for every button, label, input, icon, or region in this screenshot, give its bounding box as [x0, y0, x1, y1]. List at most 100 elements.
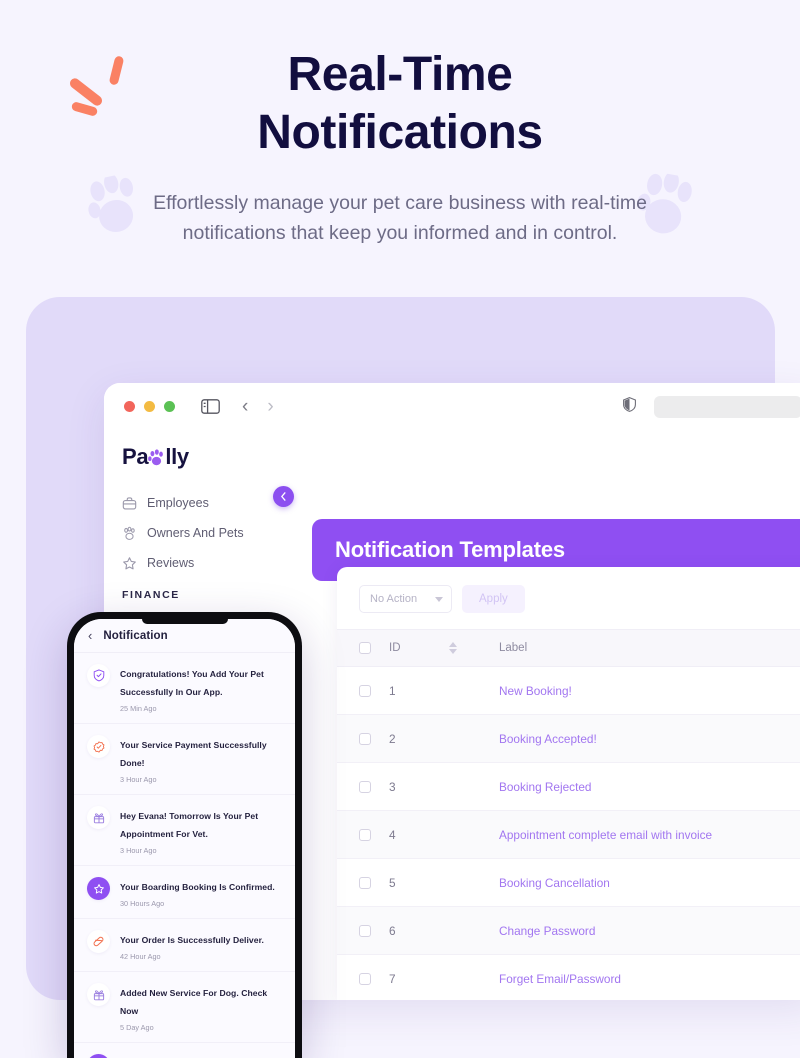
phone-header-title: Notification — [103, 629, 168, 642]
notification-title: Congratulations! You Add Your Pet Succes… — [120, 669, 264, 697]
list-item[interactable]: Your Service Payment Successfully Done! … — [74, 724, 295, 795]
phone-screen: ‹ Notification Congratulations! You Add … — [74, 619, 295, 1058]
column-header-id-label: ID — [389, 642, 401, 654]
minimize-window-button[interactable] — [144, 401, 155, 412]
bulk-action-select[interactable]: No Action — [359, 585, 452, 613]
list-item[interactable]: Your Boarding Booking Is Confirmed. 30 H… — [74, 866, 295, 919]
sparkle-decoration-icon — [67, 55, 132, 117]
logo-text-after: lly — [165, 444, 189, 469]
chevron-left-icon[interactable]: ‹ — [88, 628, 92, 643]
table-row[interactable]: 3 Booking Rejected — [337, 762, 800, 811]
row-select-cell — [337, 714, 389, 763]
sidebar-item-owners-and-pets[interactable]: Owners And Pets — [122, 518, 285, 548]
row-label[interactable]: Forget Email/Password — [499, 954, 800, 1000]
address-bar[interactable] — [654, 395, 800, 418]
sidebar-group-finance: FINANCE — [122, 589, 180, 601]
row-label[interactable]: Booking Rejected — [499, 762, 800, 811]
list-item[interactable]: Your Order Is Confirmed Deliver On 5 Mar… — [74, 1043, 295, 1058]
verified-badge-icon — [87, 735, 110, 758]
table-row[interactable]: 1 New Booking! — [337, 666, 800, 715]
row-checkbox[interactable] — [359, 828, 371, 841]
sidebar-toggle-icon[interactable] — [201, 399, 220, 414]
row-id: 2 — [389, 714, 499, 763]
shield-icon[interactable] — [623, 396, 636, 417]
notification-time: 30 Hours Ago — [120, 899, 165, 908]
row-checkbox[interactable] — [359, 972, 371, 985]
bulk-action-select-value: No Action — [370, 593, 418, 605]
table-header-row: ID Label — [337, 629, 800, 667]
select-all-checkbox[interactable] — [359, 642, 371, 654]
browser-navigation: ‹ › — [242, 397, 274, 416]
content-card: No Action Apply ID Label 1 New Booking! … — [337, 567, 800, 1000]
notification-time: 3 Hour Ago — [120, 775, 157, 784]
row-checkbox[interactable] — [359, 732, 371, 745]
star-icon — [87, 877, 110, 900]
star-icon — [122, 556, 137, 571]
table-row[interactable]: 6 Change Password — [337, 906, 800, 955]
row-label[interactable]: New Booking! — [499, 666, 800, 715]
table-row[interactable]: 7 Forget Email/Password — [337, 954, 800, 1000]
app-content: Notification Templates No Action Apply I… — [273, 430, 800, 1000]
sidebar-item-employees[interactable]: Employees — [122, 488, 285, 518]
list-item[interactable]: Hey Evana! Tomorrow Is Your Pet Appointm… — [74, 795, 295, 866]
row-select-cell — [337, 954, 389, 1000]
row-checkbox[interactable] — [359, 876, 371, 889]
subtitle-wrapper: Effortlessly manage your pet care busine… — [0, 171, 800, 248]
notification-templates-table: ID Label 1 New Booking! 2 Booking Accept… — [337, 629, 800, 1000]
sidebar-collapse-button[interactable] — [273, 486, 294, 507]
maximize-window-button[interactable] — [164, 401, 175, 412]
briefcase-icon — [122, 496, 137, 511]
select-all-header — [337, 629, 389, 667]
app-logo[interactable]: Pa lly — [122, 444, 285, 470]
list-item[interactable]: Congratulations! You Add Your Pet Succes… — [74, 653, 295, 724]
row-select-cell — [337, 762, 389, 811]
gift-icon — [87, 983, 110, 1006]
capsule-icon — [87, 930, 110, 953]
page-title-line-2: Notifications — [257, 106, 543, 159]
page-subtitle: Effortlessly manage your pet care busine… — [153, 192, 647, 244]
chevron-down-icon — [435, 596, 443, 602]
notification-title: Added New Service For Dog. Check Now — [120, 988, 268, 1016]
table-row[interactable]: 5 Booking Cancellation — [337, 858, 800, 907]
row-id: 1 — [389, 666, 499, 715]
table-row[interactable]: 2 Booking Accepted! — [337, 714, 800, 763]
shield-check-icon — [87, 664, 110, 687]
row-label[interactable]: Appointment complete email with invoice — [499, 810, 800, 859]
row-label[interactable]: Change Password — [499, 906, 800, 955]
sidebar-item-label: Employees — [147, 496, 209, 510]
phone-header: ‹ Notification — [74, 619, 295, 653]
row-id: 6 — [389, 906, 499, 955]
sidebar-item-reviews[interactable]: Reviews — [122, 548, 285, 578]
row-id: 3 — [389, 762, 499, 811]
page-header-title: Notification Templates — [335, 537, 565, 562]
row-checkbox[interactable] — [359, 780, 371, 793]
row-label[interactable]: Booking Cancellation — [499, 858, 800, 907]
sort-icon[interactable] — [448, 642, 457, 654]
table-row[interactable]: 4 Appointment complete email with invoic… — [337, 810, 800, 859]
close-window-button[interactable] — [124, 401, 135, 412]
paw-icon — [148, 446, 165, 466]
notification-title: Your Order Is Successfully Deliver. — [120, 935, 264, 945]
browser-back-button[interactable]: ‹ — [242, 397, 248, 416]
notification-time: 3 Hour Ago — [120, 846, 157, 855]
page-title-line-1: Real-Time — [287, 48, 513, 101]
row-id: 4 — [389, 810, 499, 859]
list-item[interactable]: Your Order Is Successfully Deliver. 42 H… — [74, 919, 295, 972]
column-header-id[interactable]: ID — [389, 629, 499, 667]
row-select-cell — [337, 858, 389, 907]
row-label[interactable]: Booking Accepted! — [499, 714, 800, 763]
row-select-cell — [337, 906, 389, 955]
list-item[interactable]: Added New Service For Dog. Check Now 5 D… — [74, 972, 295, 1043]
row-checkbox[interactable] — [359, 924, 371, 937]
window-traffic-lights — [124, 401, 175, 412]
apply-button[interactable]: Apply — [462, 585, 525, 613]
table-header: ID Label — [337, 629, 800, 667]
row-id: 7 — [389, 954, 499, 1000]
logo-text-before: Pa — [122, 444, 149, 469]
browser-forward-button[interactable]: › — [267, 397, 273, 416]
paw-outline-icon — [122, 526, 137, 541]
row-checkbox[interactable] — [359, 684, 371, 697]
column-header-label[interactable]: Label — [499, 629, 800, 667]
notification-title: Your Service Payment Successfully Done! — [120, 740, 267, 768]
row-select-cell — [337, 666, 389, 715]
